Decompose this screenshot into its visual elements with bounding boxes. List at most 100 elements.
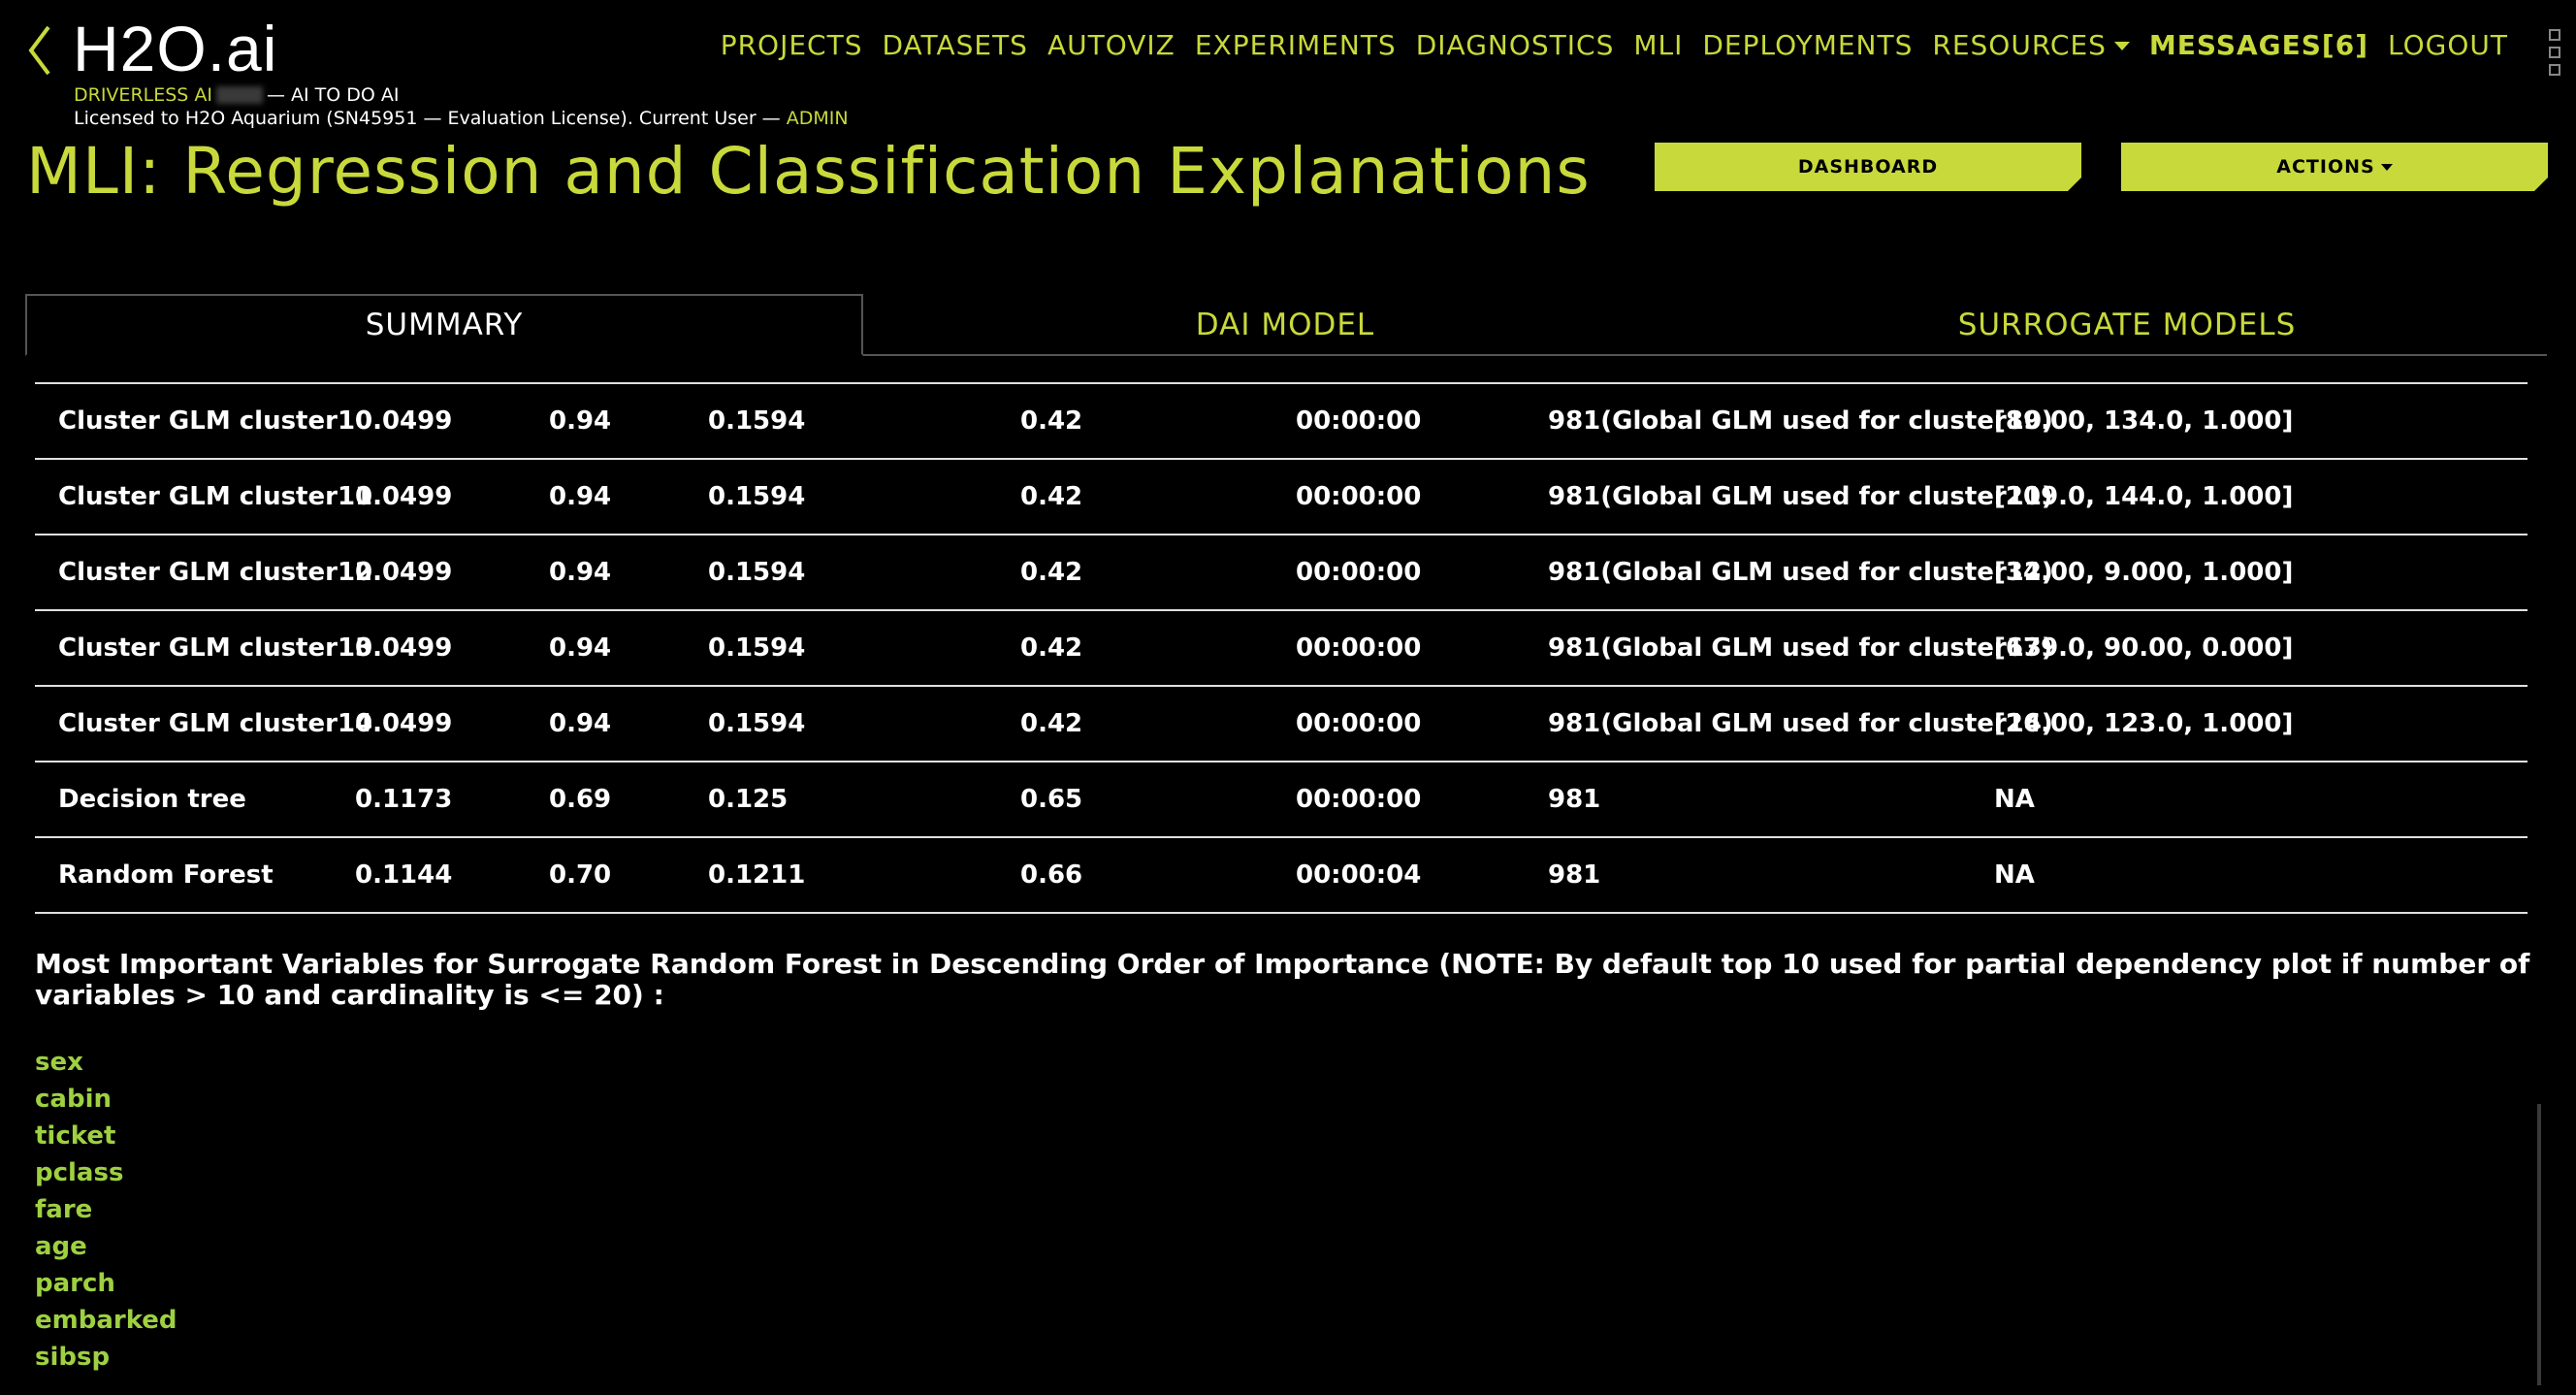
table-cell: 0.70 [549, 860, 612, 890]
table-cell: 00:00:00 [1296, 633, 1422, 663]
tab-dai-model[interactable]: DAI MODEL [865, 294, 1705, 356]
table-cell: [209.0, 144.0, 1.000] [1994, 482, 2294, 511]
table-cell: 0.94 [549, 406, 612, 436]
nav-diagnostics[interactable]: DIAGNOSTICS [1416, 29, 1615, 61]
actions-button[interactable]: ACTIONS [2121, 143, 2548, 191]
table-cell: [26.00, 123.0, 1.000] [1994, 709, 2294, 738]
table-cell: 0.42 [1020, 406, 1083, 436]
table-cell: 0.94 [549, 558, 612, 587]
nav-resources[interactable]: RESOURCES [1932, 29, 2130, 61]
table-cell: 0.42 [1020, 709, 1083, 738]
product-line: DRIVERLESS AI — AI TO DO AI [74, 84, 400, 106]
nav-messages[interactable]: MESSAGES[6] [2149, 29, 2368, 61]
page-title: MLI: Regression and Classification Expla… [26, 134, 1591, 209]
table-cell: 0.42 [1020, 482, 1083, 511]
variable-link[interactable]: ticket [35, 1118, 177, 1154]
variables-list: sex cabin ticket pclass fare age parch embarked… [35, 1044, 177, 1376]
table-cell: Cluster GLM cluster10 [58, 406, 373, 436]
current-user: ADMIN [786, 108, 849, 129]
table-cell: 0.1594 [708, 709, 806, 738]
table-cell: 0.66 [1020, 860, 1083, 890]
table-cell: 0.1594 [708, 633, 806, 663]
license-text: Licensed to H2O Aquarium (SN45951 — Eval… [74, 108, 781, 129]
variable-link[interactable]: parch [35, 1265, 177, 1302]
nav-datasets[interactable]: DATASETS [882, 29, 1027, 61]
table-cell: 0.69 [549, 785, 612, 814]
tab-bar: SUMMARY DAI MODEL SURROGATE MODELS [25, 294, 2547, 356]
table-row: Cluster GLM cluster10 0.0499 0.94 0.1594 0.4… [35, 384, 2528, 460]
variable-link[interactable]: fare [35, 1191, 177, 1228]
product-name: DRIVERLESS AI [74, 84, 212, 106]
table-cell: 981(Global GLM used for cluster13) [1548, 633, 2053, 663]
table-cell: 0.42 [1020, 633, 1083, 663]
table-cell: 981 [1548, 785, 1601, 814]
tab-surrogate-models[interactable]: SURROGATE MODELS [1707, 294, 2547, 356]
table-cell: 00:00:00 [1296, 406, 1422, 436]
table-cell: 0.94 [549, 633, 612, 663]
table-cell: 0.42 [1020, 558, 1083, 587]
nav-experiments[interactable]: EXPERIMENTS [1195, 29, 1397, 61]
actions-label: ACTIONS [2276, 156, 2375, 178]
nav-mli[interactable]: MLI [1633, 29, 1683, 61]
table-cell: 981(Global GLM used for cluster11) [1548, 482, 2053, 511]
nav-autoviz[interactable]: AUTOVIZ [1047, 29, 1175, 61]
table-cell: 0.1211 [708, 860, 806, 890]
surrogate-summary-table: Cluster GLM cluster10 0.0499 0.94 0.1594 0.4… [35, 382, 2528, 914]
h2o-logo[interactable]: H2O.ai [73, 10, 277, 87]
nav-projects[interactable]: PROJECTS [721, 29, 863, 61]
nav-logout[interactable]: LOGOUT [2388, 29, 2508, 61]
table-row: Random Forest 0.1144 0.70 0.1211 0.66 00:00:0… [35, 838, 2528, 914]
table-cell: [89.00, 134.0, 1.000] [1994, 406, 2294, 436]
variable-link[interactable]: embarked [35, 1302, 177, 1339]
table-row: Cluster GLM cluster12 0.0499 0.94 0.1594 0.4… [35, 535, 2528, 611]
top-nav: PROJECTS DATASETS AUTOVIZ EXPERIMENTS DI… [721, 29, 2508, 61]
table-cell: 0.65 [1020, 785, 1083, 814]
table-cell: 0.94 [549, 482, 612, 511]
table-cell: 0.1594 [708, 482, 806, 511]
table-cell: [679.0, 90.00, 0.000] [1994, 633, 2294, 663]
table-cell: 0.1173 [355, 785, 453, 814]
tab-summary[interactable]: SUMMARY [25, 294, 863, 356]
table-cell: 981 [1548, 860, 1601, 890]
variable-link[interactable]: sibsp [35, 1339, 177, 1376]
table-cell: 0.94 [549, 709, 612, 738]
table-cell: Cluster GLM cluster11 [58, 482, 373, 511]
caret-down-icon [2113, 42, 2130, 50]
table-cell: 00:00:00 [1296, 709, 1422, 738]
variable-link[interactable]: cabin [35, 1081, 177, 1118]
variable-link[interactable]: age [35, 1228, 177, 1265]
table-cell: 0.0499 [355, 482, 453, 511]
table-cell: 0.1144 [355, 860, 453, 890]
table-cell: Decision tree [58, 785, 246, 814]
table-cell: NA [1994, 785, 2035, 814]
table-cell: 0.0499 [355, 558, 453, 587]
table-cell: 0.0499 [355, 633, 453, 663]
table-cell: 0.0499 [355, 709, 453, 738]
variable-link[interactable]: pclass [35, 1154, 177, 1191]
table-cell: [34.00, 9.000, 1.000] [1994, 558, 2294, 587]
table-cell: Cluster GLM cluster12 [58, 558, 373, 587]
table-cell: 00:00:00 [1296, 482, 1422, 511]
table-cell: 981(Global GLM used for cluster12) [1548, 558, 2053, 587]
table-cell: NA [1994, 860, 2035, 890]
more-vertical-icon[interactable] [2549, 29, 2560, 76]
back-chevron-icon[interactable] [21, 23, 60, 78]
table-cell: 00:00:00 [1296, 558, 1422, 587]
table-cell: 0.1594 [708, 406, 806, 436]
table-cell: Random Forest [58, 860, 274, 890]
table-cell: 00:00:04 [1296, 860, 1422, 890]
redacted-version [216, 86, 263, 104]
table-row: Cluster GLM cluster11 0.0499 0.94 0.1594 0.4… [35, 460, 2528, 535]
variable-link[interactable]: sex [35, 1044, 177, 1081]
table-cell: 0.1594 [708, 558, 806, 587]
table-row: Cluster GLM cluster14 0.0499 0.94 0.1594 0.4… [35, 687, 2528, 762]
table-cell: Cluster GLM cluster14 [58, 709, 373, 738]
table-cell: Cluster GLM cluster13 [58, 633, 373, 663]
dashboard-button[interactable]: DASHBOARD [1655, 143, 2081, 191]
table-row: Cluster GLM cluster13 0.0499 0.94 0.1594 0.4… [35, 611, 2528, 687]
table-cell: 981(Global GLM used for cluster10) [1548, 406, 2053, 436]
product-tagline: — AI TO DO AI [267, 84, 400, 106]
scrollbar[interactable] [2537, 1104, 2541, 1385]
table-cell: 00:00:00 [1296, 785, 1422, 814]
nav-deployments[interactable]: DEPLOYMENTS [1702, 29, 1913, 61]
